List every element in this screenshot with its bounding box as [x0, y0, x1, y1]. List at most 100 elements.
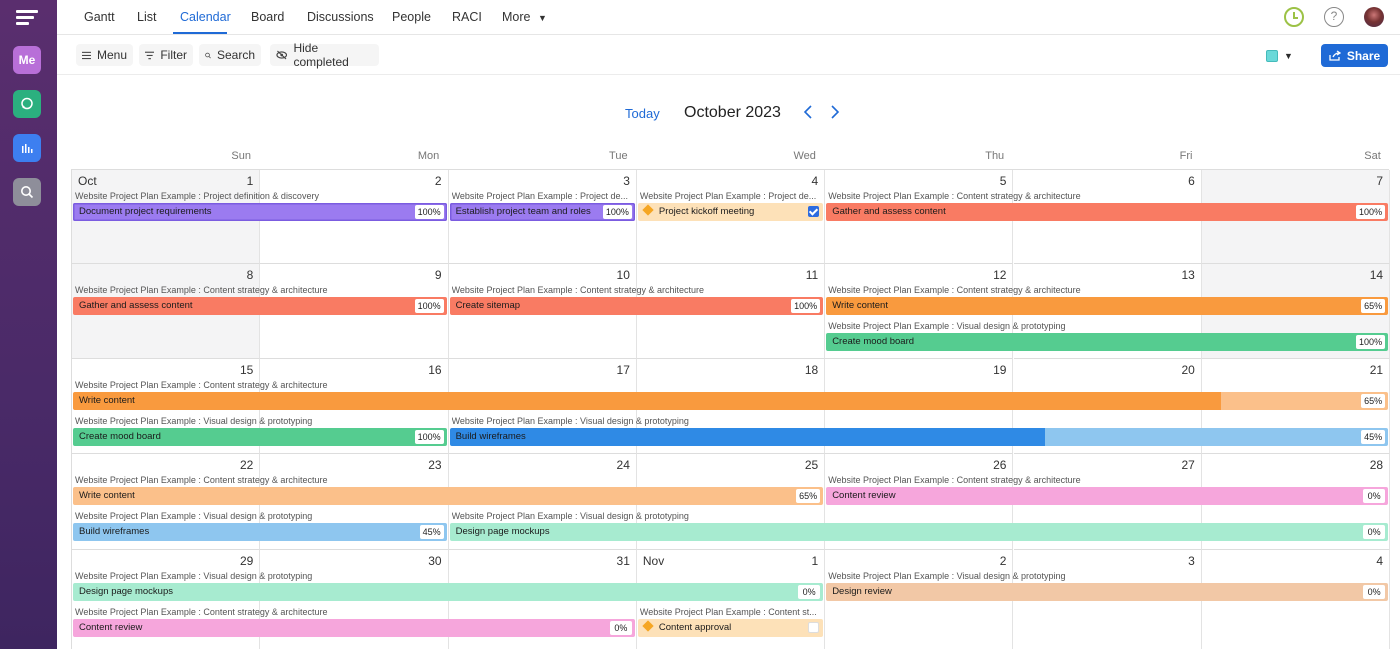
task-bar[interactable]: Design page mockups 0% — [73, 583, 824, 601]
task-percent-badge: 100% — [414, 299, 444, 313]
menu-label: Menu — [96, 48, 127, 62]
filter-button[interactable]: Filter — [139, 44, 193, 66]
task-bar[interactable]: Design review 0% — [826, 583, 1389, 601]
day-number: 2 — [434, 174, 442, 188]
task-context-label: Website Project Plan Example : Content s… — [828, 285, 1081, 295]
color-picker[interactable]: ▼ — [1266, 47, 1300, 64]
milestone-bar[interactable]: Content approval — [637, 619, 824, 637]
task-bar[interactable]: Build wireframes 45% — [449, 428, 1389, 446]
task-percent-badge: 45% — [1361, 430, 1386, 444]
task-bar[interactable]: Document project requirements 100% — [73, 203, 447, 221]
tab-people[interactable]: People — [392, 10, 431, 24]
checked-checkbox[interactable] — [808, 206, 820, 217]
calendar-header: Today October 2023 — [0, 103, 1400, 123]
task-percent-badge: 100% — [602, 205, 632, 219]
task-context-label: Website Project Plan Example : Visual de… — [75, 571, 313, 581]
tab-list[interactable]: List — [137, 10, 156, 24]
day-number: 4 — [811, 174, 819, 188]
day-of-week-thu: Thu — [985, 150, 1005, 162]
tab-more[interactable]: More ▼ — [502, 10, 547, 24]
menu-button[interactable]: Menu — [76, 44, 133, 66]
share-button[interactable]: Share — [1321, 44, 1388, 67]
task-bar[interactable]: Design page mockups 0% — [449, 523, 1389, 541]
milestone-bar[interactable]: Project kickoff meeting — [637, 203, 824, 221]
task-context-label: Website Project Plan Example : Content s… — [451, 285, 705, 295]
reports-icon[interactable] — [13, 134, 41, 162]
task-context-label: Website Project Plan Example : Content s… — [828, 475, 1081, 485]
day-of-week-fri: Fri — [1179, 150, 1193, 162]
task-context-label: Website Project Plan Example : Content s… — [828, 191, 1081, 201]
unchecked-checkbox[interactable] — [808, 622, 820, 633]
task-bar[interactable]: Content review 0% — [826, 487, 1389, 505]
task-bar[interactable]: Write content 65% — [73, 487, 824, 505]
task-bar[interactable]: Establish project team and roles 100% — [449, 203, 635, 221]
active-tab-underline — [173, 32, 227, 34]
task-bar[interactable]: Write content 65% — [73, 392, 1389, 410]
hide-completed-button[interactable]: Hide completed — [270, 41, 379, 69]
task-context-label: Website Project Plan Example : Project d… — [75, 191, 319, 201]
search-label: Search — [216, 48, 255, 62]
day-number: 4 — [1376, 554, 1384, 568]
share-label: Share — [1346, 48, 1381, 63]
tab-raci[interactable]: RACI — [452, 10, 482, 24]
task-bar[interactable]: Build wireframes 45% — [73, 523, 447, 541]
task-bar[interactable]: Gather and assess content 100% — [73, 297, 447, 315]
prev-month-chevron-icon[interactable] — [803, 104, 813, 125]
day-of-week-wed: Wed — [793, 150, 816, 162]
day-number: 21 — [1369, 363, 1384, 377]
app-logo-icon[interactable] — [16, 10, 38, 28]
task-context-label: Website Project Plan Example : Project d… — [639, 191, 817, 201]
day-number: 15 — [239, 363, 254, 377]
task-name: Create mood board — [79, 431, 161, 442]
help-icon[interactable]: ? — [1324, 7, 1344, 27]
tab-gantt[interactable]: Gantt — [84, 10, 115, 24]
share-icon — [1329, 50, 1341, 61]
task-name: Establish project team and roles — [455, 206, 591, 217]
task-name: Gather and assess content — [832, 206, 946, 217]
tab-calendar[interactable]: Calendar — [180, 10, 231, 24]
task-bar[interactable]: Gather and assess content 100% — [826, 203, 1389, 221]
day-of-week-tue: Tue — [609, 150, 628, 162]
today-button[interactable]: Today — [625, 106, 660, 121]
task-name: Write content — [79, 490, 135, 501]
tab-board[interactable]: Board — [251, 10, 284, 24]
task-bar[interactable]: Create sitemap 100% — [449, 297, 824, 315]
task-bar[interactable]: Content review 0% — [73, 619, 635, 637]
task-percent-badge: 100% — [791, 299, 821, 313]
task-name: Write content — [832, 300, 888, 311]
day-number: 23 — [428, 458, 442, 472]
task-context-label: Website Project Plan Example : Content s… — [75, 607, 328, 617]
clock-icon[interactable] — [1284, 7, 1304, 27]
search-button[interactable]: Search — [199, 44, 261, 66]
next-month-chevron-icon[interactable] — [830, 104, 840, 125]
caret-down-icon: ▼ — [537, 13, 547, 23]
day-number: 2 — [999, 554, 1007, 568]
task-bar[interactable]: Write content 65% — [826, 297, 1389, 315]
task-name: Document project requirements — [79, 206, 212, 217]
task-percent-badge: 0% — [798, 585, 821, 599]
task-percent-badge: 0% — [609, 621, 632, 635]
task-bar[interactable]: Create mood board 100% — [73, 428, 447, 446]
user-avatar[interactable] — [1364, 7, 1384, 27]
day-number: 19 — [993, 363, 1007, 377]
task-name: Design review — [832, 586, 892, 597]
task-percent-badge: 65% — [1361, 299, 1386, 313]
task-name: Content review — [79, 622, 143, 633]
task-percent-badge: 65% — [796, 489, 821, 503]
task-context-label: Website Project Plan Example : Project d… — [451, 191, 629, 201]
me-button[interactable]: Me — [13, 46, 41, 74]
task-name: Project kickoff meeting — [658, 206, 755, 217]
day-number: 13 — [1181, 268, 1195, 282]
tab-discussions[interactable]: Discussions — [307, 10, 374, 24]
task-percent-badge: 100% — [1356, 335, 1386, 349]
left-sidebar: Me — [0, 0, 57, 649]
day-number: 17 — [616, 363, 630, 377]
task-bar[interactable]: Create mood board 100% — [826, 333, 1389, 351]
search-icon[interactable] — [13, 178, 41, 206]
task-percent-badge: 65% — [1361, 394, 1386, 408]
day-number: 7 — [1376, 174, 1384, 188]
day-number: 24 — [616, 458, 630, 472]
day-number: 11 — [805, 268, 819, 282]
task-context-label: Website Project Plan Example : Content s… — [75, 285, 328, 295]
task-percent-badge: 0% — [1363, 525, 1386, 539]
